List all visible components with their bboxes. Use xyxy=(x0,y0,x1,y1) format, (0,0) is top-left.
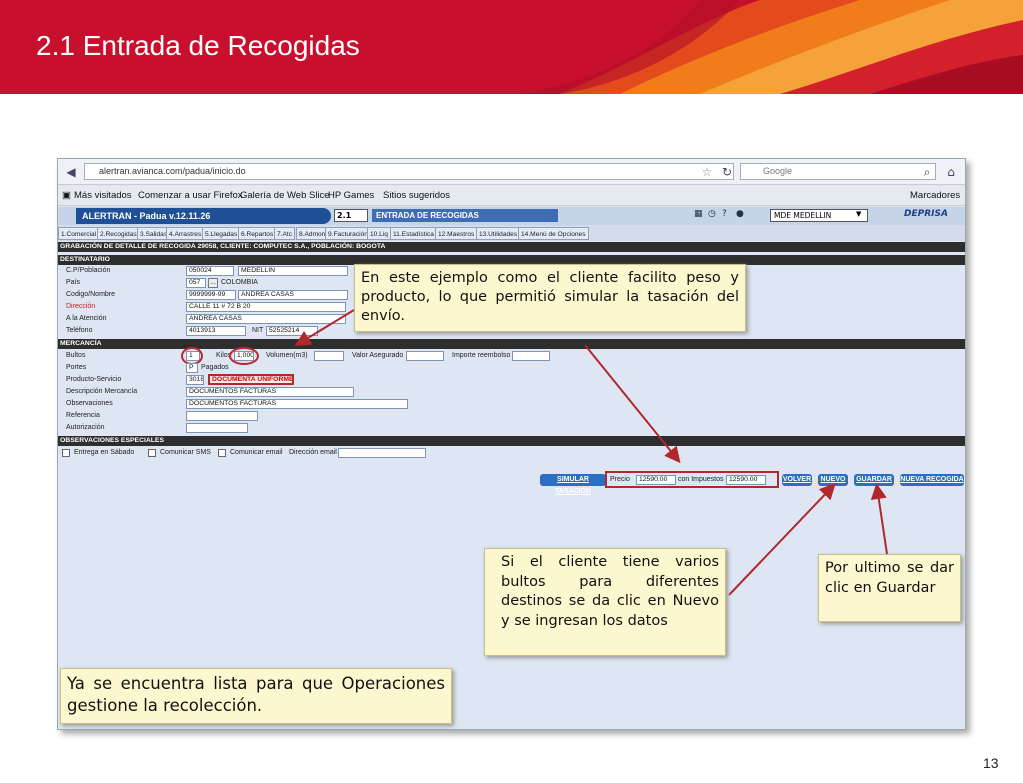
callout-nuevo-text: Si el cliente tiene varios bultos para d… xyxy=(501,554,719,629)
page-number: 13 xyxy=(983,755,999,771)
arrow-to-kilos xyxy=(294,309,355,347)
callout-simulacion-text: En este ejemplo como el cliente facilito… xyxy=(361,270,739,324)
arrow-to-guardar xyxy=(870,483,888,555)
callout-guardar-text: Por ultimo se dar clic en Guardar xyxy=(825,560,954,596)
arrow-to-tasacion xyxy=(584,344,681,464)
callout-simulacion: En este ejemplo como el cliente facilito… xyxy=(354,264,746,332)
callout-nuevo: Si el cliente tiene varios bultos para d… xyxy=(484,548,726,656)
annotation-arrows xyxy=(294,309,888,596)
callout-lista: Ya se encuentra lista para que Operacion… xyxy=(60,668,452,724)
callout-guardar: Por ultimo se dar clic en Guardar xyxy=(818,554,961,622)
callout-lista-text: Ya se encuentra lista para que Operacion… xyxy=(67,674,445,715)
